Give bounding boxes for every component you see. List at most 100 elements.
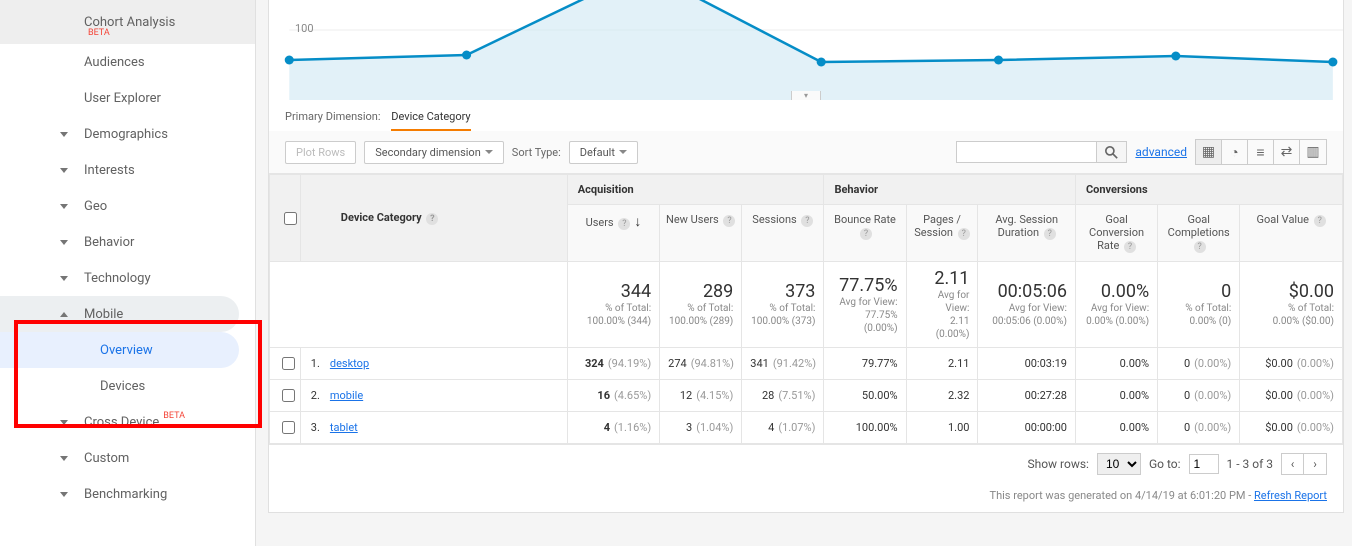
show-rows-label: Show rows: (1027, 457, 1088, 471)
help-icon[interactable]: ? (1194, 241, 1206, 253)
nav-audiences[interactable]: Audiences (0, 44, 255, 80)
prev-page-button[interactable]: ‹ (1282, 454, 1304, 474)
col-header[interactable]: Users ?↓ (567, 205, 659, 262)
row-checkbox[interactable] (282, 421, 295, 434)
col-header[interactable]: New Users ? (660, 205, 742, 262)
dim-col-header[interactable]: Device Category ? (300, 175, 567, 262)
chevron-down-icon (60, 168, 68, 173)
data-cell: 4(1.16%) (567, 412, 659, 444)
col-header[interactable]: Goal Value ? (1240, 205, 1343, 262)
help-icon[interactable]: ? (723, 215, 735, 227)
nav-geo[interactable]: Geo (0, 188, 255, 224)
comparison-view-icon[interactable]: ⇄ (1274, 140, 1300, 164)
nav-user-explorer[interactable]: User Explorer (0, 80, 255, 116)
nav-cross-device[interactable]: Cross Device BETA (0, 404, 255, 440)
bar-view-icon[interactable]: ≡ (1248, 140, 1274, 164)
data-cell: 79.77% (824, 348, 906, 380)
search-input[interactable] (956, 141, 1096, 163)
nav-label: Mobile (84, 307, 123, 322)
nav-interests[interactable]: Interests (0, 152, 255, 188)
table-view-icon[interactable]: ▦ (1196, 140, 1222, 164)
row-link[interactable]: tablet (330, 421, 358, 434)
line-chart: 100 ... Apr 8 Apr 9 Apr 10 Apr 11 Apr 12… (269, 0, 1343, 100)
help-icon[interactable]: ? (618, 218, 630, 230)
sort-type-dropdown[interactable]: Default (569, 141, 638, 164)
col-header[interactable]: Avg. Session Duration ? (978, 205, 1076, 262)
beta-badge: BETA (163, 411, 185, 421)
pivot-view-icon[interactable]: ▥ (1300, 140, 1326, 164)
total-cell: 0.00%Avg for View:0.00% (0.00%) (1075, 262, 1157, 348)
data-table: Device Category ? Acquisition Behavior C… (269, 174, 1343, 444)
rows-select[interactable]: 10 (1097, 453, 1141, 475)
primary-dimension-row: Primary Dimension: Device Category (269, 100, 1343, 131)
total-cell: 373% of Total:100.00% (373) (742, 262, 824, 348)
primary-dimension-active[interactable]: Device Category (391, 110, 470, 131)
chevron-down-icon (60, 204, 68, 209)
col-header[interactable]: Sessions ? (742, 205, 824, 262)
nav-benchmarking[interactable]: Benchmarking (0, 476, 255, 512)
table-search (956, 141, 1127, 163)
data-cell: 00:00:00 (978, 412, 1076, 444)
chevron-down-icon (619, 150, 627, 154)
help-icon[interactable]: ? (958, 228, 970, 240)
data-cell: 0(0.00%) (1158, 380, 1240, 412)
refresh-report-link[interactable]: Refresh Report (1254, 489, 1327, 502)
data-cell: 324(94.19%) (567, 348, 659, 380)
plot-rows-button[interactable]: Plot Rows (285, 141, 356, 164)
group-behavior: Behavior (824, 175, 1076, 205)
drag-handle-icon[interactable]: ▾ (791, 91, 821, 100)
row-checkbox[interactable] (282, 357, 295, 370)
nav-mobile-devices[interactable]: Devices (0, 368, 255, 404)
data-cell: 0(0.00%) (1158, 348, 1240, 380)
advanced-link[interactable]: advanced (1135, 145, 1187, 159)
col-header[interactable]: Goal Completions ? (1158, 205, 1240, 262)
search-button[interactable] (1096, 141, 1127, 163)
help-icon[interactable]: ? (801, 215, 813, 227)
col-header[interactable]: Bounce Rate ? (824, 205, 906, 262)
row-link[interactable]: mobile (330, 389, 363, 402)
goto-input[interactable] (1189, 454, 1219, 474)
total-cell: 77.75%Avg for View:77.75% (0.00%) (824, 262, 906, 348)
help-icon[interactable]: ? (860, 228, 872, 240)
col-header[interactable]: Pages / Session ? (906, 205, 978, 262)
nav-cohort-analysis[interactable]: Cohort Analysis BETA (0, 0, 255, 44)
chevron-down-icon (485, 150, 493, 154)
view-switcher: ▦ ◔ ≡ ⇄ ▥ (1195, 139, 1327, 165)
nav-technology[interactable]: Technology (0, 260, 255, 296)
sort-default-label: Default (580, 146, 615, 159)
data-cell: 0(0.00%) (1158, 412, 1240, 444)
data-cell: 341(91.42%) (742, 348, 824, 380)
col-header[interactable]: Goal Conversion Rate ? (1075, 205, 1157, 262)
secondary-dimension-dropdown[interactable]: Secondary dimension (364, 141, 504, 164)
goto-label: Go to: (1149, 457, 1181, 471)
nav-custom[interactable]: Custom (0, 440, 255, 476)
chart-svg (269, 0, 1343, 100)
help-icon[interactable]: ? (1314, 215, 1326, 227)
next-page-button[interactable]: › (1304, 454, 1326, 474)
pie-view-icon[interactable]: ◔ (1222, 140, 1248, 164)
total-cell: 00:05:06Avg for View:00:05:06 (0.00%) (978, 262, 1076, 348)
nav-label: Geo (84, 199, 107, 214)
select-all-checkbox[interactable] (284, 212, 297, 225)
data-cell: 3(1.04%) (660, 412, 742, 444)
row-name-cell: 1.desktop (300, 348, 567, 380)
pager-buttons: ‹ › (1281, 453, 1327, 475)
row-name-cell: 2.mobile (300, 380, 567, 412)
data-cell: 100.00% (824, 412, 906, 444)
data-cell: 274(94.81%) (660, 348, 742, 380)
data-cell: 2.11 (906, 348, 978, 380)
row-checkbox[interactable] (282, 389, 295, 402)
total-cell: 0% of Total:0.00% (0) (1158, 262, 1240, 348)
content-area: 100 ... Apr 8 Apr 9 Apr 10 Apr 11 Apr 12… (256, 0, 1352, 546)
help-icon[interactable]: ? (1044, 228, 1056, 240)
nav-demographics[interactable]: Demographics (0, 116, 255, 152)
nav-mobile[interactable]: Mobile (0, 296, 239, 332)
nav-behavior[interactable]: Behavior (0, 224, 255, 260)
help-icon[interactable]: ? (1124, 241, 1136, 253)
help-icon[interactable]: ? (426, 213, 438, 225)
table-row: 3.tablet4(1.16%)3(1.04%)4(1.07%)100.00%1… (270, 412, 1343, 444)
nav-mobile-overview[interactable]: Overview (0, 332, 239, 368)
nav-label: Cross Device (84, 415, 159, 430)
row-link[interactable]: desktop (330, 357, 369, 370)
nav-sub-label: Overview (100, 343, 153, 358)
